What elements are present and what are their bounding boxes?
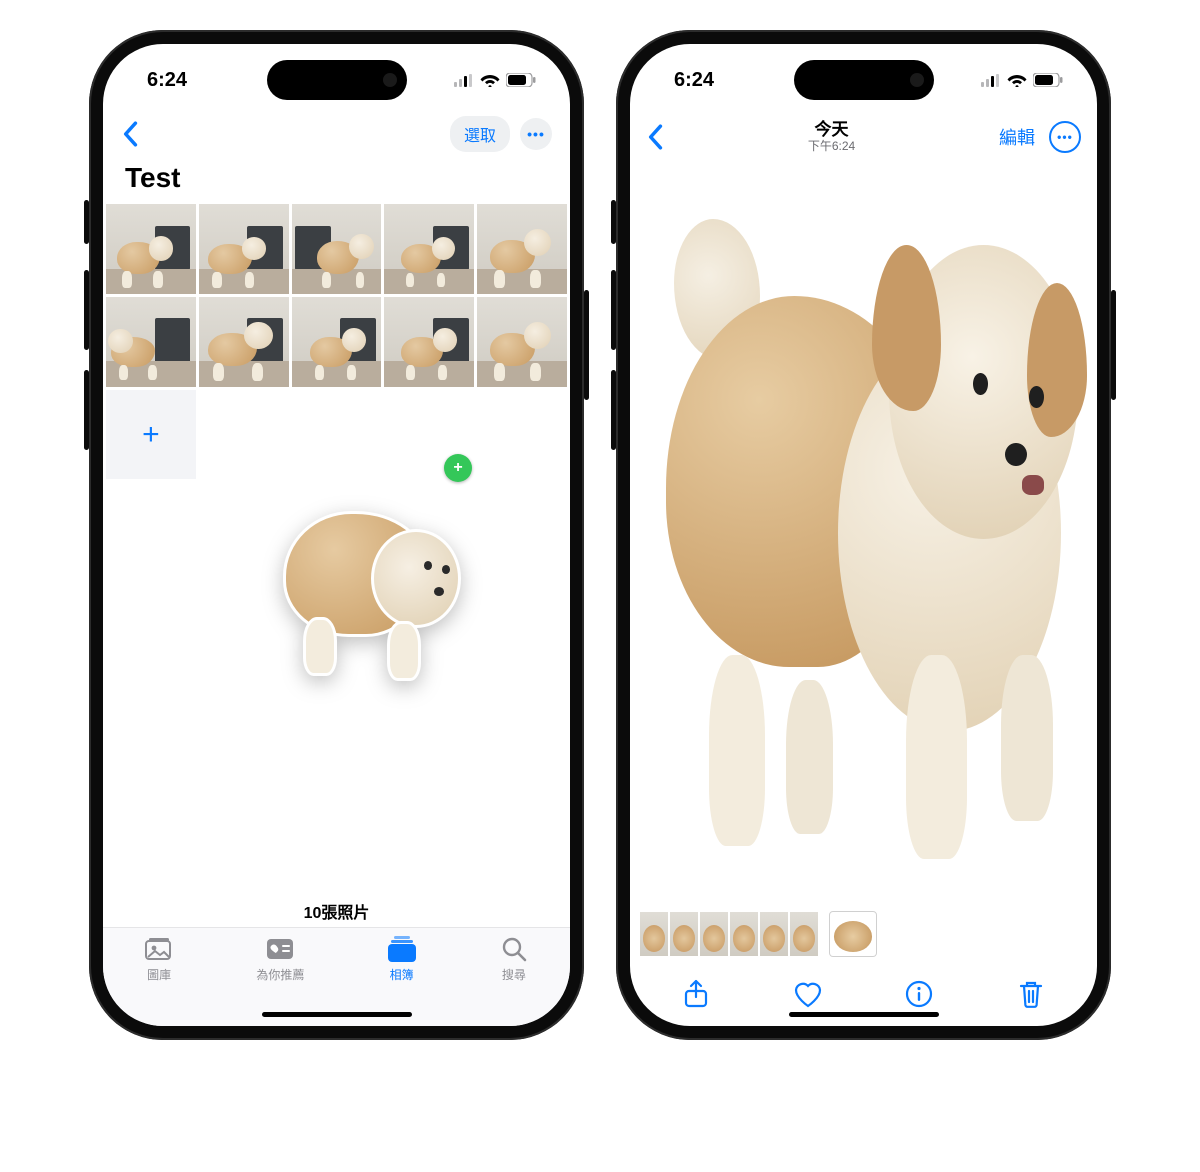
photo-thumb[interactable] bbox=[292, 297, 382, 387]
battery-icon bbox=[1033, 73, 1063, 87]
back-button[interactable] bbox=[121, 121, 139, 147]
filmstrip-thumb[interactable] bbox=[730, 912, 758, 956]
phone-right: 6:24 今天 下午6:24 編輯 ••• bbox=[616, 30, 1111, 1040]
filmstrip-thumb[interactable] bbox=[790, 912, 818, 956]
side-button bbox=[84, 200, 89, 244]
photo-count-label: 10張照片 bbox=[103, 899, 570, 927]
cellular-icon bbox=[981, 74, 1001, 87]
add-photo-button[interactable]: + bbox=[106, 390, 196, 480]
share-button[interactable] bbox=[676, 974, 716, 1014]
filmstrip-thumb[interactable] bbox=[670, 912, 698, 956]
phone-left: 6:24 選取 ••• Test bbox=[89, 30, 584, 1040]
photo-thumb[interactable] bbox=[106, 204, 196, 294]
back-button[interactable] bbox=[646, 124, 664, 150]
dynamic-island bbox=[267, 60, 407, 100]
side-button bbox=[1111, 290, 1116, 400]
delete-button[interactable] bbox=[1011, 974, 1051, 1014]
photo-thumb[interactable] bbox=[384, 204, 474, 294]
photo-thumb[interactable] bbox=[106, 297, 196, 387]
side-button bbox=[584, 290, 589, 400]
tab-label: 搜尋 bbox=[502, 966, 526, 983]
photo-viewer[interactable] bbox=[630, 162, 1097, 906]
filmstrip-thumb[interactable] bbox=[760, 912, 788, 956]
edit-button[interactable]: 編輯 bbox=[999, 124, 1035, 150]
filmstrip-thumb[interactable] bbox=[640, 912, 668, 956]
photo-thumb[interactable] bbox=[199, 204, 289, 294]
detail-title-main: 今天 bbox=[808, 121, 855, 140]
plus-icon: + bbox=[142, 418, 160, 452]
more-button[interactable]: ••• bbox=[1049, 121, 1081, 153]
side-button bbox=[611, 200, 616, 244]
detail-navbar: 今天 下午6:24 編輯 ••• bbox=[630, 112, 1097, 162]
photo-thumb[interactable] bbox=[477, 204, 567, 294]
album-title: Test bbox=[103, 156, 570, 204]
home-indicator[interactable] bbox=[789, 1012, 939, 1017]
battery-icon bbox=[506, 73, 536, 87]
library-icon bbox=[144, 936, 174, 962]
home-indicator[interactable] bbox=[262, 1012, 412, 1017]
filmstrip-thumb[interactable] bbox=[700, 912, 728, 956]
tab-search[interactable]: 搜尋 bbox=[499, 936, 529, 1026]
info-button[interactable] bbox=[899, 974, 939, 1014]
tab-label: 圖庫 bbox=[147, 966, 171, 983]
filmstrip[interactable] bbox=[630, 906, 1097, 962]
dynamic-island bbox=[794, 60, 934, 100]
photo-thumb[interactable] bbox=[477, 297, 567, 387]
detail-title: 今天 下午6:24 bbox=[808, 121, 855, 153]
detail-title-sub: 下午6:24 bbox=[808, 140, 855, 153]
wifi-icon bbox=[1007, 73, 1027, 87]
search-icon bbox=[499, 936, 529, 962]
tab-label: 相簿 bbox=[390, 966, 414, 983]
side-button bbox=[84, 370, 89, 450]
filmstrip-thumb-selected[interactable] bbox=[830, 912, 876, 956]
foryou-icon bbox=[265, 936, 295, 962]
more-button[interactable]: ••• bbox=[520, 118, 552, 150]
select-button[interactable]: 選取 bbox=[450, 116, 510, 152]
photo-grid bbox=[103, 204, 570, 387]
wifi-icon bbox=[480, 73, 500, 87]
album-navbar: 選取 ••• bbox=[103, 112, 570, 156]
photo-thumb[interactable] bbox=[292, 204, 382, 294]
status-time: 6:24 bbox=[674, 69, 714, 92]
tab-library[interactable]: 圖庫 bbox=[144, 936, 174, 1026]
tab-label: 為你推薦 bbox=[256, 966, 304, 983]
side-button bbox=[84, 270, 89, 350]
status-time: 6:24 bbox=[147, 69, 187, 92]
photo-thumb[interactable] bbox=[384, 297, 474, 387]
albums-icon bbox=[387, 936, 417, 962]
favorite-button[interactable] bbox=[788, 974, 828, 1014]
side-button bbox=[611, 270, 616, 350]
cellular-icon bbox=[454, 74, 474, 87]
photo-thumb[interactable] bbox=[199, 297, 289, 387]
side-button bbox=[611, 370, 616, 450]
